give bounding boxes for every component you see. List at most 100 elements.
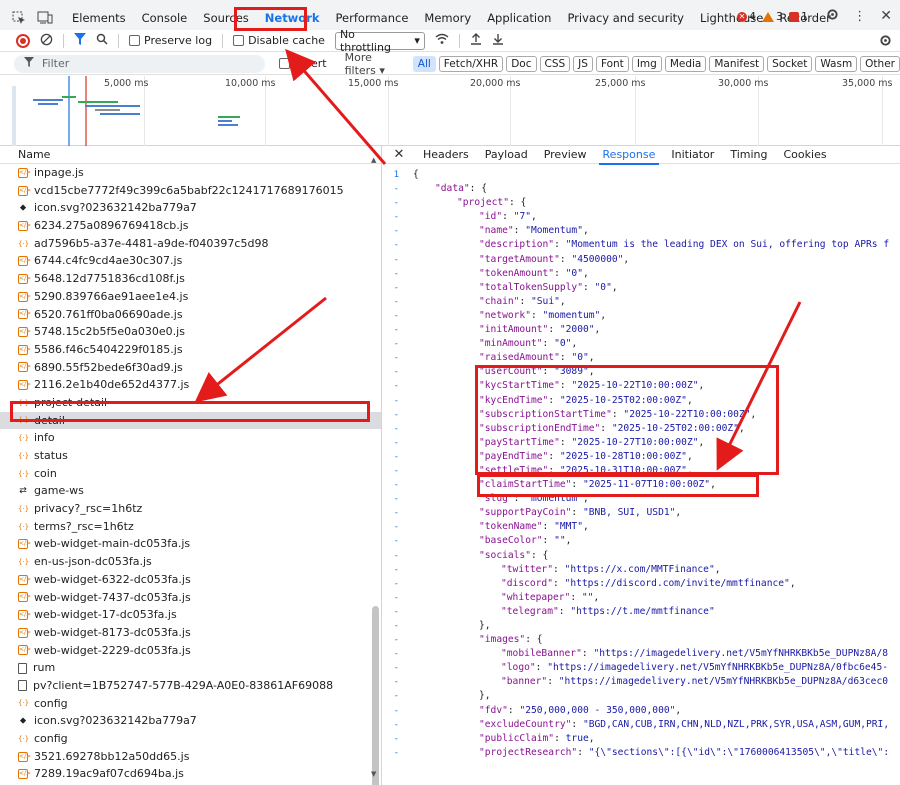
detail-tab-cookies[interactable]: Cookies (776, 146, 835, 164)
response-text: "data": { (413, 182, 487, 196)
request-row[interactable]: {·} status (0, 447, 381, 465)
json-token: "0" (554, 338, 572, 350)
filter-chip-fetch-xhr[interactable]: Fetch/XHR (438, 55, 504, 72)
name-column-header[interactable]: Name (0, 146, 381, 164)
more-filters-dropdown[interactable]: More filters ▾ (345, 51, 403, 77)
info-badge[interactable]: 1 (789, 10, 808, 23)
warning-badge[interactable]: 3 (762, 10, 783, 23)
detail-tab-initiator[interactable]: Initiator (663, 146, 722, 164)
request-row[interactable]: {·} terms?_rsc=1h6tz (0, 518, 381, 536)
json-token: , (594, 324, 601, 336)
scroll-up-arrow-icon[interactable]: ▲ (371, 156, 376, 164)
clear-icon[interactable] (40, 33, 53, 49)
response-text: "banner": "https://imagedelivery.net/V5m… (501, 676, 889, 688)
filter-input[interactable]: Filter (14, 54, 266, 73)
request-row[interactable]: {·} ad7596b5-a37e-4481-a9de-f040397c5d98 (0, 235, 381, 253)
request-row[interactable]: </> web-widget-8173-dc053fa.js (0, 624, 381, 642)
request-row[interactable]: {·} info (0, 429, 381, 447)
line-number: - (393, 339, 399, 350)
request-row[interactable]: </> web-widget-7437-dc053fa.js (0, 589, 381, 607)
close-icon[interactable]: ✕ (880, 8, 892, 24)
request-row[interactable]: {·} config (0, 695, 381, 713)
request-row[interactable]: </> 6744.c4fc9cd4ae30c307.js (0, 252, 381, 270)
filter-chip-css[interactable]: CSS (539, 55, 571, 72)
issue-badges[interactable]: ✕ 4 3 1 (737, 10, 808, 23)
checkbox-box[interactable] (129, 35, 140, 46)
request-row[interactable]: rum (0, 659, 381, 677)
request-row[interactable]: </> 7289.19ac9af07cd694ba.js (0, 765, 381, 783)
response-line: - "logo": "https://imagedelivery.net/V5mY… (383, 661, 900, 675)
request-row[interactable]: </> inpage.js (0, 164, 381, 182)
checkbox-box[interactable] (279, 58, 291, 69)
filter-chip-img[interactable]: Img (631, 55, 662, 72)
request-row[interactable]: </> 5648.12d7751836cd108f.js (0, 270, 381, 288)
request-row[interactable]: ⇄ game-ws (0, 482, 381, 500)
search-icon[interactable] (96, 33, 108, 48)
request-row[interactable]: </> web-widget-17-dc053fa.js (0, 606, 381, 624)
request-name: icon.svg?023632142ba779a7 (34, 201, 197, 215)
scroll-down-arrow-icon[interactable]: ▼ (371, 770, 376, 778)
script-icon: </> (18, 380, 32, 391)
detail-tab-preview[interactable]: Preview (536, 146, 595, 164)
network-settings-gear-icon[interactable] (879, 34, 892, 50)
error-badge[interactable]: ✕ 4 (737, 10, 756, 23)
request-row[interactable]: ⬥ icon.svg?023632142ba779a7 (0, 712, 381, 730)
checkbox-box[interactable] (233, 35, 245, 46)
export-har-icon[interactable] (492, 33, 504, 48)
detail-tab-payload[interactable]: Payload (477, 146, 536, 164)
disable-cache-checkbox[interactable]: Disable cache (233, 34, 325, 47)
detail-tab-response[interactable]: Response (595, 146, 664, 165)
request-row[interactable]: </> 5748.15c2b5f5e0a030e0.js (0, 323, 381, 341)
request-row[interactable]: </> 2116.2e1b40de652d4377.js (0, 376, 381, 394)
request-row[interactable]: </> web-widget-6322-dc053fa.js (0, 571, 381, 589)
filter-chip-other[interactable]: Other (860, 55, 900, 72)
filter-chip-manifest[interactable]: Manifest (709, 55, 765, 72)
request-row[interactable]: pv?client=1B752747-577B-429A-A0E0-83861A… (0, 677, 381, 695)
detail-tab-headers[interactable]: Headers (415, 146, 477, 164)
filter-chip-wasm[interactable]: Wasm (815, 55, 858, 72)
json-token: { (413, 169, 419, 180)
request-row[interactable]: </> 5586.f46c5404229f0185.js (0, 341, 381, 359)
request-row[interactable]: </> 5290.839766ae91aee1e4.js (0, 288, 381, 306)
request-row[interactable]: </> 6890.55f52bede6f30ad9.js (0, 359, 381, 377)
inspect-element-icon[interactable] (6, 5, 32, 31)
image-icon: ⬥ (19, 203, 27, 214)
device-toolbar-icon[interactable] (32, 5, 58, 31)
request-row[interactable]: {·} config (0, 730, 381, 748)
filter-chip-media[interactable]: Media (664, 55, 707, 72)
filter-chip-socket[interactable]: Socket (767, 55, 813, 72)
filter-chip-js[interactable]: JS (573, 55, 593, 72)
request-row[interactable]: {·} privacy?_rsc=1h6tz (0, 500, 381, 518)
gear-icon[interactable] (826, 8, 839, 24)
request-row[interactable]: {·} coin (0, 465, 381, 483)
filter-chip-all[interactable]: All (412, 55, 436, 72)
request-row[interactable]: {·} en-us-json-dc053fa.js (0, 553, 381, 571)
request-row[interactable]: </> vcd15cbe7772f49c399c6a5babf22c1241717… (0, 182, 381, 200)
detail-tab-timing[interactable]: Timing (722, 146, 775, 164)
request-name: icon.svg?023632142ba779a7 (34, 714, 197, 728)
record-button[interactable] (16, 33, 30, 48)
import-har-icon[interactable] (470, 33, 482, 48)
request-row[interactable]: </> web-widget-main-dc053fa.js (0, 535, 381, 553)
response-line: - "publicClaim": true, (383, 732, 900, 746)
json-token: "logo" (501, 662, 536, 674)
chevron-down-icon: ▾ (414, 34, 420, 47)
throttling-select[interactable]: No throttling ▾ (334, 28, 425, 54)
filter-toggle-icon[interactable] (74, 33, 86, 48)
invert-checkbox[interactable]: Invert (279, 57, 327, 70)
more-options-icon[interactable]: ⋮ (853, 9, 866, 24)
request-list-scrollbar[interactable] (372, 606, 379, 785)
request-row[interactable]: </> 6234.275a0896769418cb.js (0, 217, 381, 235)
request-name: coin (34, 466, 57, 480)
network-conditions-icon[interactable] (435, 33, 449, 48)
request-row[interactable]: ⬥ icon.svg?023632142ba779a7 (0, 199, 381, 217)
preserve-log-checkbox[interactable]: Preserve log (129, 34, 212, 47)
response-text: "name": "Momentum", (479, 225, 589, 237)
request-row[interactable]: </> web-widget-2229-dc053fa.js (0, 642, 381, 660)
close-detail-icon[interactable]: ✕ (383, 147, 415, 162)
network-overview-timeline[interactable]: 5,000 ms 10,000 ms 15,000 ms 20,000 ms 25,00… (0, 76, 900, 146)
request-row[interactable]: </> 3521.69278bb12a50dd65.js (0, 748, 381, 766)
request-row[interactable]: </> 6520.761ff0ba06690ade.js (0, 306, 381, 324)
filter-chip-font[interactable]: Font (595, 55, 629, 72)
filter-chip-doc[interactable]: Doc (506, 55, 537, 72)
